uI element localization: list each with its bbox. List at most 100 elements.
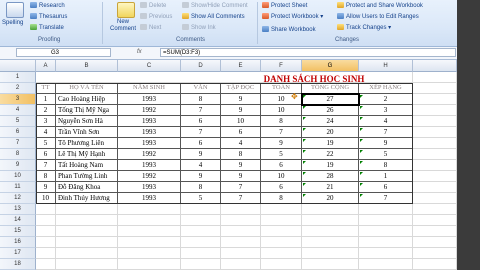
- rank-cell[interactable]: 2: [359, 94, 413, 105]
- grid-cell[interactable]: [302, 204, 359, 215]
- column-header-f[interactable]: F: [261, 60, 302, 72]
- table-cell[interactable]: 1992: [118, 105, 181, 116]
- table-cell[interactable]: 8: [36, 171, 56, 182]
- table-cell[interactable]: 9: [36, 182, 56, 193]
- grid-cell[interactable]: [413, 171, 457, 182]
- rank-cell[interactable]: 7: [359, 193, 413, 204]
- show-ink-button[interactable]: Show Ink: [182, 24, 216, 32]
- column-header-g[interactable]: G: [302, 60, 359, 72]
- delete-comment-button[interactable]: Delete: [140, 2, 166, 10]
- grid-cell[interactable]: [261, 226, 302, 237]
- table-cell[interactable]: 6: [221, 127, 261, 138]
- grid-cell[interactable]: [302, 237, 359, 248]
- table-cell[interactable]: 7: [36, 160, 56, 171]
- grid-cell[interactable]: [413, 116, 457, 127]
- row-header-15[interactable]: 15: [0, 226, 36, 237]
- table-cell[interactable]: 6: [181, 138, 221, 149]
- error-indicator-icon[interactable]: [303, 95, 306, 98]
- row-header-13[interactable]: 13: [0, 204, 36, 215]
- grid-cell[interactable]: [413, 237, 457, 248]
- error-indicator-icon[interactable]: [303, 106, 306, 109]
- spelling-button[interactable]: Spelling: [2, 19, 23, 27]
- table-cell[interactable]: 5: [181, 193, 221, 204]
- grid-cell[interactable]: [56, 204, 118, 215]
- rank-cell[interactable]: 6: [359, 182, 413, 193]
- table-cell[interactable]: 8: [181, 94, 221, 105]
- row-header-14[interactable]: 14: [0, 215, 36, 226]
- grid-cell[interactable]: [36, 226, 56, 237]
- row-header-17[interactable]: 17: [0, 248, 36, 259]
- table-cell[interactable]: 6: [181, 116, 221, 127]
- grid-cell[interactable]: [36, 204, 56, 215]
- protect-sheet-button[interactable]: Protect Sheet: [262, 2, 307, 10]
- error-indicator-icon[interactable]: [360, 95, 363, 98]
- name-box[interactable]: G3: [16, 48, 111, 57]
- row-header-4[interactable]: 4: [0, 105, 36, 116]
- table-header-cell[interactable]: VĂN: [181, 83, 221, 94]
- error-indicator-icon[interactable]: [360, 117, 363, 120]
- error-indicator-icon[interactable]: [360, 128, 363, 131]
- column-header-a[interactable]: A: [36, 60, 56, 72]
- table-cell[interactable]: 9: [221, 160, 261, 171]
- grid-cell[interactable]: [56, 248, 118, 259]
- select-all-corner[interactable]: [0, 60, 36, 72]
- table-cell[interactable]: 1993: [118, 182, 181, 193]
- table-cell[interactable]: Đinh Thúy Hương: [56, 193, 118, 204]
- row-header-1[interactable]: 1: [0, 72, 36, 83]
- column-header-d[interactable]: D: [181, 60, 221, 72]
- grid-cell[interactable]: [359, 248, 413, 259]
- grid-cell[interactable]: [56, 215, 118, 226]
- table-header-cell[interactable]: TT: [36, 83, 56, 94]
- fx-icon[interactable]: fx: [137, 49, 142, 55]
- rank-cell[interactable]: 8: [359, 160, 413, 171]
- table-cell[interactable]: 4: [181, 160, 221, 171]
- table-cell[interactable]: 1993: [118, 94, 181, 105]
- grid-cell[interactable]: [261, 259, 302, 270]
- translate-button[interactable]: Translate: [30, 24, 64, 32]
- column-header-h[interactable]: H: [359, 60, 413, 72]
- table-cell[interactable]: 1993: [118, 160, 181, 171]
- error-indicator-icon[interactable]: [303, 172, 306, 175]
- table-cell[interactable]: 7: [181, 105, 221, 116]
- table-cell[interactable]: 5: [36, 138, 56, 149]
- error-indicator-icon[interactable]: [303, 161, 306, 164]
- total-cell[interactable]: 19: [302, 138, 359, 149]
- grid-cell[interactable]: [413, 248, 457, 259]
- table-cell[interactable]: 6: [261, 160, 302, 171]
- grid-cell[interactable]: [413, 160, 457, 171]
- table-cell[interactable]: 1993: [118, 193, 181, 204]
- show-hide-comment-button[interactable]: Show/Hide Comment: [182, 2, 248, 10]
- total-cell[interactable]: 28: [302, 171, 359, 182]
- table-cell[interactable]: 2: [36, 105, 56, 116]
- table-cell[interactable]: 5: [261, 149, 302, 160]
- error-indicator-icon[interactable]: [303, 194, 306, 197]
- table-cell[interactable]: Phan Tường Linh: [56, 171, 118, 182]
- grid-cell[interactable]: [36, 248, 56, 259]
- total-cell[interactable]: 26: [302, 105, 359, 116]
- table-cell[interactable]: 9: [221, 171, 261, 182]
- row-header-7[interactable]: 7: [0, 138, 36, 149]
- table-cell[interactable]: 4: [36, 127, 56, 138]
- grid-cell[interactable]: [413, 193, 457, 204]
- rank-cell[interactable]: 1: [359, 171, 413, 182]
- research-button[interactable]: Research: [30, 2, 65, 10]
- grid-cell[interactable]: [221, 226, 261, 237]
- column-header-blank[interactable]: [413, 60, 457, 72]
- grid-cell[interactable]: [413, 226, 457, 237]
- table-cell[interactable]: 10: [261, 171, 302, 182]
- table-cell[interactable]: 1993: [118, 138, 181, 149]
- table-cell[interactable]: 9: [181, 149, 221, 160]
- grid-cell[interactable]: [413, 259, 457, 270]
- table-cell[interactable]: Đỗ Đăng Khoa: [56, 182, 118, 193]
- column-header-c[interactable]: C: [118, 60, 181, 72]
- table-cell[interactable]: 9: [261, 138, 302, 149]
- grid-cell[interactable]: [221, 215, 261, 226]
- table-cell[interactable]: 8: [261, 193, 302, 204]
- table-cell[interactable]: 7: [181, 127, 221, 138]
- table-cell[interactable]: 10: [221, 116, 261, 127]
- table-header-cell[interactable]: TẬP ĐỌC: [221, 83, 261, 94]
- grid-cell[interactable]: [359, 204, 413, 215]
- grid-cell[interactable]: [359, 237, 413, 248]
- error-indicator-icon[interactable]: [303, 117, 306, 120]
- protect-workbook-button[interactable]: Protect Workbook ▾: [262, 13, 323, 21]
